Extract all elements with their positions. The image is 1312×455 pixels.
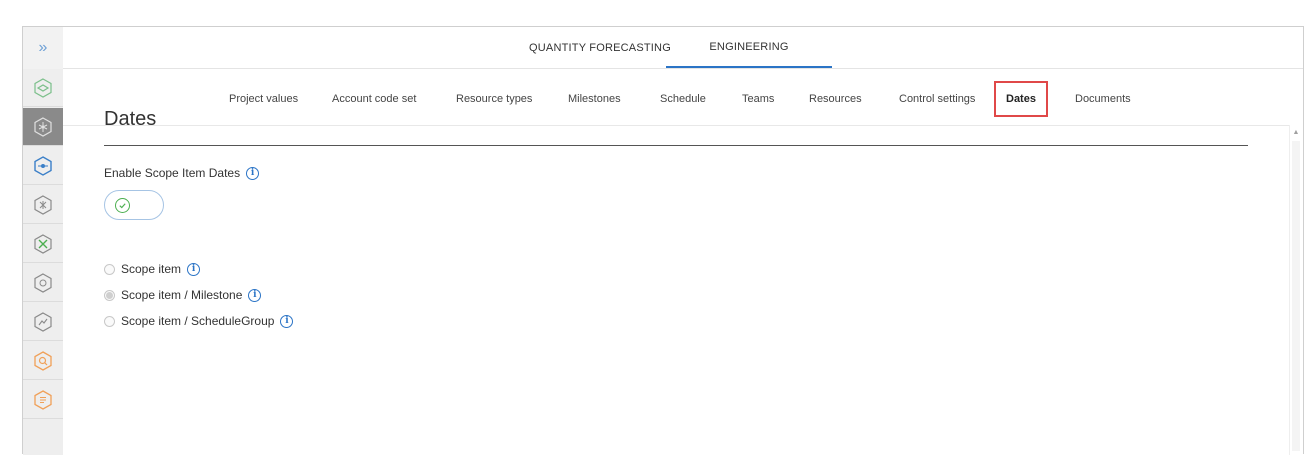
- sidebar-item-layers[interactable]: [23, 69, 63, 107]
- enable-scope-dates-row: Enable Scope Item Dates i: [104, 166, 260, 180]
- enable-scope-dates-toggle[interactable]: [104, 190, 164, 220]
- scroll-up-icon[interactable]: ▲: [1289, 125, 1303, 139]
- check-icon: [115, 198, 130, 213]
- info-icon[interactable]: i: [248, 288, 262, 302]
- radio-label: Scope item: [121, 262, 182, 276]
- sidebar-item-search[interactable]: [23, 342, 63, 380]
- scroll-track[interactable]: [1292, 141, 1300, 451]
- sidebar-item-tools[interactable]: [23, 225, 63, 263]
- top-tabs: QUANTITY FORECASTING ENGINEERING: [63, 27, 1303, 69]
- sidebar: »: [23, 27, 63, 455]
- chart-icon: [34, 311, 52, 332]
- target-icon: [34, 155, 52, 176]
- dates-panel: Dates Enable Scope Item Dates i Scope it…: [104, 108, 1248, 328]
- radio-label: Scope item / ScheduleGroup: [121, 314, 275, 328]
- radio-button[interactable]: [104, 315, 115, 327]
- radio-button[interactable]: [104, 263, 115, 275]
- info-icon[interactable]: i: [280, 314, 294, 328]
- radio-scope-item-schedulegroup[interactable]: Scope item / ScheduleGroup i: [104, 314, 294, 328]
- title-divider: [104, 145, 1248, 146]
- info-icon[interactable]: i: [187, 262, 201, 276]
- grid-icon: [34, 194, 52, 215]
- radio-label: Scope item / Milestone: [121, 288, 243, 302]
- sidebar-item-badge[interactable]: [23, 264, 63, 302]
- sidebar-item-target[interactable]: [23, 147, 63, 185]
- sidebar-item-chart[interactable]: [23, 303, 63, 341]
- expand-sidebar-button[interactable]: »: [23, 27, 63, 69]
- vertical-scrollbar[interactable]: ▲: [1289, 125, 1303, 455]
- tab-engineering[interactable]: ENGINEERING: [666, 27, 832, 68]
- radio-button[interactable]: [104, 289, 115, 301]
- sidebar-item-network[interactable]: [23, 108, 63, 146]
- tools-icon: [34, 233, 52, 254]
- enable-scope-dates-label: Enable Scope Item Dates: [104, 166, 241, 180]
- tab-quantity-forecasting[interactable]: QUANTITY FORECASTING: [525, 27, 675, 68]
- search-icon: [34, 350, 52, 371]
- app-frame: » QUANTITY FORECASTING ENGINEERING Proje…: [22, 26, 1304, 455]
- page-title: Dates: [104, 108, 157, 130]
- badge-icon: [34, 272, 52, 293]
- layers-icon: [34, 77, 52, 98]
- radio-scope-item[interactable]: Scope item i: [104, 262, 201, 276]
- network-icon: [34, 116, 52, 137]
- list-icon: [34, 389, 52, 410]
- sidebar-item-grid[interactable]: [23, 186, 63, 224]
- info-icon[interactable]: i: [246, 166, 260, 180]
- radio-scope-item-milestone[interactable]: Scope item / Milestone i: [104, 288, 262, 302]
- sidebar-item-list[interactable]: [23, 381, 63, 419]
